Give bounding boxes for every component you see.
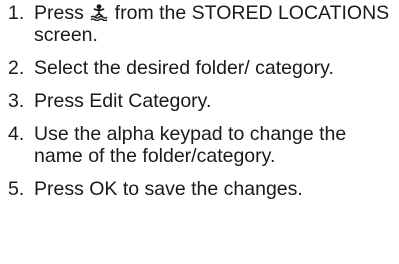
step-number: 2. (8, 57, 25, 79)
step-text: Select the desired folder/ category. (34, 57, 334, 79)
step-text: Press Edit Category. (34, 90, 212, 112)
step-5: 5. Press OK to save the changes. (8, 178, 396, 200)
step-2: 2. Select the desired folder/ category. (8, 57, 396, 79)
step-number: 5. (8, 178, 25, 200)
step-4: 4. Use the alpha keypad to change the na… (8, 123, 396, 167)
step-number: 3. (8, 90, 25, 112)
instruction-steps: 1. Press from the STORED LOCATIONS scree… (8, 2, 396, 200)
step-text-before-icon: Press (34, 2, 90, 24)
step-number: 4. (8, 123, 25, 145)
step-1: 1. Press from the STORED LOCATIONS scree… (8, 2, 396, 46)
step-text: Press OK to save the changes. (34, 178, 303, 200)
step-text: Press from the STORED LOCATIONS screen. (34, 2, 396, 46)
step-3: 3. Press Edit Category. (8, 90, 396, 112)
person-overboard-icon (90, 3, 108, 21)
step-number: 1. (8, 2, 25, 24)
step-text: Use the alpha keypad to change the name … (34, 123, 347, 167)
